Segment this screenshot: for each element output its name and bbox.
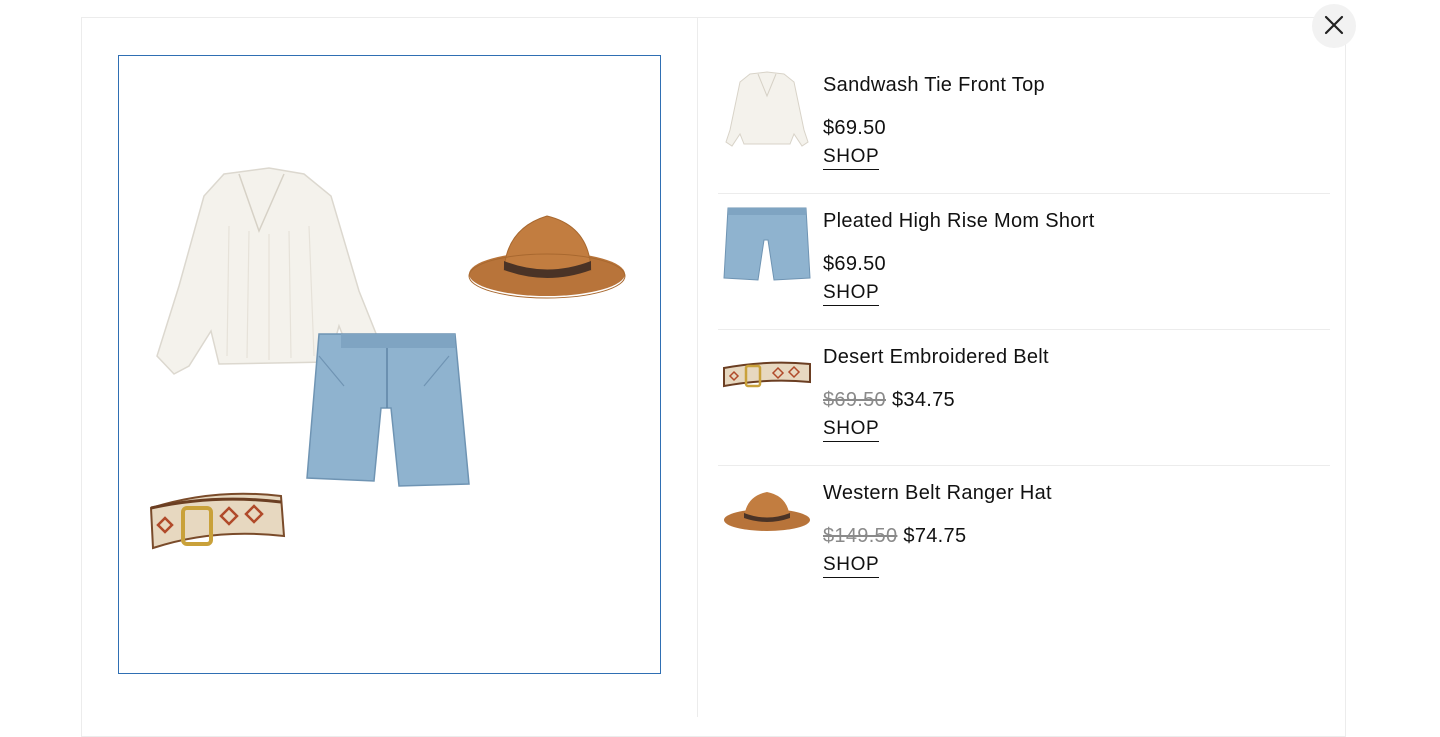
product-item: Desert Embroidered Belt $69.50 $34.75 SHO… bbox=[718, 330, 1330, 466]
shop-link[interactable]: SHOP bbox=[823, 418, 880, 442]
shop-link[interactable]: SHOP bbox=[823, 554, 880, 578]
product-name[interactable]: Pleated High Rise Mom Short bbox=[823, 210, 1095, 233]
brown-hat-image bbox=[468, 215, 626, 299]
shop-link[interactable]: SHOP bbox=[823, 146, 880, 170]
product-name[interactable]: Desert Embroidered Belt bbox=[823, 346, 1049, 369]
denim-shorts-thumbnail[interactable] bbox=[722, 206, 812, 286]
white-blouse-thumbnail[interactable] bbox=[722, 70, 812, 150]
product-price: $69.50 $34.75 bbox=[823, 389, 955, 412]
close-icon bbox=[1324, 15, 1344, 38]
product-price: $69.50 bbox=[823, 253, 886, 276]
product-name[interactable]: Western Belt Ranger Hat bbox=[823, 482, 1052, 505]
product-sale-price: $74.75 bbox=[903, 525, 967, 547]
shop-link[interactable]: SHOP bbox=[823, 282, 880, 306]
brown-hat-thumbnail[interactable] bbox=[722, 478, 812, 558]
close-button[interactable] bbox=[1312, 4, 1356, 48]
product-name[interactable]: Sandwash Tie Front Top bbox=[823, 74, 1045, 97]
product-current-price: $69.50 bbox=[823, 253, 886, 275]
product-original-price: $69.50 bbox=[823, 389, 886, 411]
product-item: Pleated High Rise Mom Short $69.50 SHOP bbox=[718, 194, 1330, 330]
product-price: $149.50 $74.75 bbox=[823, 525, 966, 548]
product-price: $69.50 bbox=[823, 117, 886, 140]
product-sale-price: $34.75 bbox=[891, 389, 955, 411]
product-item: Sandwash Tie Front Top $69.50 SHOP bbox=[718, 58, 1330, 194]
modal-divider bbox=[697, 17, 698, 717]
embroidered-belt-image bbox=[149, 492, 286, 550]
embroidered-belt-thumbnail[interactable] bbox=[722, 342, 812, 422]
outfit-image[interactable] bbox=[118, 55, 661, 674]
product-item: Western Belt Ranger Hat $149.50 $74.75 SH… bbox=[718, 466, 1330, 602]
denim-shorts-image bbox=[306, 333, 470, 487]
product-list: Sandwash Tie Front Top $69.50 SHOP Pleat… bbox=[718, 58, 1330, 602]
product-current-price: $69.50 bbox=[823, 117, 886, 139]
product-original-price: $149.50 bbox=[823, 525, 898, 547]
